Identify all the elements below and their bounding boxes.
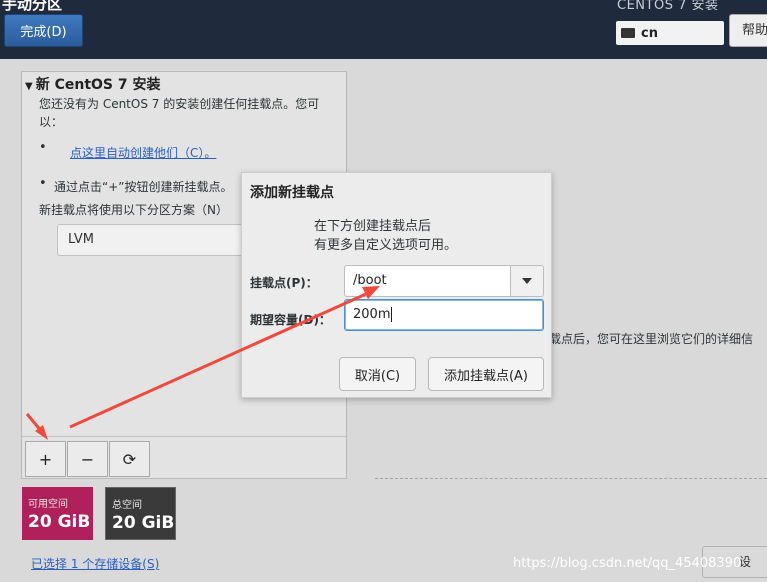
scheme-hint-text: 新挂载点将使用以下分区方案（N） <box>39 203 228 217</box>
text-cursor <box>391 307 393 322</box>
caret-down-icon[interactable] <box>510 266 543 296</box>
total-space-box: 总空间 20 GiB <box>105 487 176 540</box>
triangle-down-icon: ▼ <box>25 81 33 92</box>
divider <box>22 436 346 437</box>
keyboard-icon <box>621 28 635 38</box>
plus-hint-text: 通过点击“+”按钮创建新挂载点。 <box>54 180 233 194</box>
section-header[interactable]: ▼ 新 CentOS 7 安装 <box>25 74 160 94</box>
cancel-button[interactable]: 取消(C) <box>339 357 416 391</box>
add-mount-point-button[interactable]: + <box>25 441 66 477</box>
dialog-title: 添加新挂载点 <box>250 185 334 201</box>
mount-point-label: 挂载点(P)： <box>250 276 318 290</box>
bullet-icon: • <box>39 140 47 155</box>
total-space-label: 总空间 <box>112 500 142 511</box>
total-space-value: 20 GiB <box>112 513 175 533</box>
keyboard-layout-label: cn <box>641 25 658 41</box>
auto-create-link[interactable]: 点这里自动创建他们（C）。 <box>70 144 216 161</box>
bullet-icon: • <box>39 176 47 191</box>
remove-mount-point-button[interactable]: − <box>67 441 108 477</box>
section-title: 新 CentOS 7 安装 <box>35 77 161 93</box>
intro-text-line2: 以： <box>39 115 64 129</box>
mount-point-combobox[interactable]: /boot <box>344 265 544 297</box>
mount-point-value[interactable]: /boot <box>353 273 387 288</box>
watermark-text: https://blog.csdn.net/qq_45408390 <box>513 556 742 571</box>
selected-storage-link[interactable]: 已选择 1 个存储设备(S) <box>31 555 159 572</box>
done-button[interactable]: 完成(D) <box>4 14 83 47</box>
available-space-label: 可用空间 <box>28 499 68 510</box>
available-space-box: 可用空间 20 GiB <box>22 487 93 540</box>
dialog-description-line1: 在下方创建挂载点后 <box>314 219 432 234</box>
add-mount-point-dialog: 添加新挂载点 在下方创建挂载点后 有更多自定义选项可用。 挂载点(P)： /bo… <box>241 172 552 398</box>
refresh-button[interactable]: ⟳ <box>109 441 150 477</box>
installer-title: CENTOS 7 安装 <box>617 0 719 13</box>
add-mount-point-confirm-button[interactable]: 添加挂载点(A) <box>428 357 544 391</box>
refresh-icon: ⟳ <box>122 449 137 469</box>
available-space-value: 20 GiB <box>28 512 91 532</box>
intro-text-line1: 您还没有为 CentOS 7 的安装创建任何挂载点。您可 <box>39 97 320 111</box>
details-hint-text: 载点后，您可在这里浏览它们的详细信 <box>549 332 754 346</box>
keyboard-layout-indicator[interactable]: cn <box>616 21 724 45</box>
desired-capacity-value: 200m <box>353 307 391 322</box>
desired-capacity-input[interactable]: 200m <box>344 299 544 331</box>
page-title: 手动分区 <box>2 0 63 13</box>
header-bar: 手动分区 完成(D) CENTOS 7 安装 cn 帮助 <box>0 0 767 59</box>
help-button[interactable]: 帮助 <box>729 14 767 47</box>
dashed-divider <box>375 478 767 479</box>
desired-capacity-label: 期望容量(D)： <box>250 313 331 327</box>
dialog-description-line2: 有更多自定义选项可用。 <box>314 238 458 253</box>
